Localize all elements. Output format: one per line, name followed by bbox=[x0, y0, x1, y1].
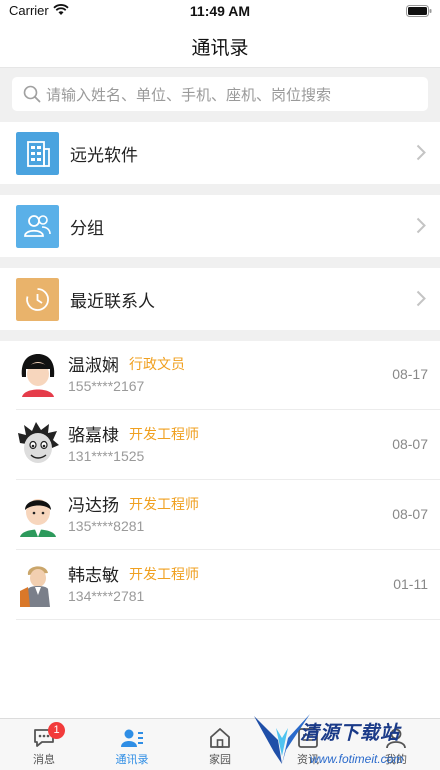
home-icon bbox=[210, 728, 230, 748]
contact-date: 08-17 bbox=[392, 366, 428, 382]
entry-company[interactable]: 远光软件 bbox=[0, 122, 440, 184]
navigation-bar: 通讯录 bbox=[0, 22, 440, 68]
contact-row[interactable]: 温淑娴 行政文员 155****2167 08-17 bbox=[0, 341, 440, 410]
contacts-icon bbox=[121, 729, 143, 747]
status-bar: Carrier 11:49 AM bbox=[0, 0, 440, 22]
search-input[interactable]: 请输入姓名、单位、手机、座机、岗位搜索 bbox=[12, 77, 428, 111]
avatar bbox=[20, 566, 50, 607]
row-divider bbox=[16, 549, 440, 550]
contact-row[interactable]: 骆嘉棣 开发工程师 131****1525 08-07 bbox=[0, 411, 440, 480]
contact-date: 01-11 bbox=[393, 576, 428, 592]
chevron-right-icon bbox=[416, 217, 426, 234]
row-divider bbox=[16, 479, 440, 480]
avatar bbox=[21, 354, 55, 397]
contact-name: 温淑娴 bbox=[68, 356, 119, 376]
watermark-url: www.fotimeit.com bbox=[310, 752, 404, 766]
building-icon bbox=[16, 132, 59, 175]
watermark: 清源下载站 www.fotimeit.com bbox=[252, 708, 440, 770]
tab-contacts[interactable]: 通讯录 bbox=[88, 719, 176, 770]
search-area: 请输入姓名、单位、手机、座机、岗位搜索 bbox=[0, 68, 440, 122]
avatar bbox=[18, 422, 59, 463]
contact-phone: 131****1525 bbox=[68, 448, 145, 464]
contact-name: 冯达扬 bbox=[68, 496, 119, 516]
contact-row[interactable]: 韩志敏 开发工程师 134****2781 01-11 bbox=[0, 551, 440, 620]
row-divider bbox=[16, 409, 440, 410]
chevron-right-icon bbox=[416, 290, 426, 307]
entry-label: 远光软件 bbox=[70, 146, 138, 166]
page-title: 通讯录 bbox=[191, 37, 249, 59]
entry-label: 分组 bbox=[70, 219, 104, 239]
tab-label: 消息 bbox=[33, 753, 55, 766]
contact-phone: 155****2167 bbox=[68, 378, 145, 394]
watermark-text: 清源下载站 bbox=[300, 722, 401, 744]
contact-name: 韩志敏 bbox=[68, 566, 119, 586]
contact-title: 开发工程师 bbox=[129, 497, 199, 513]
battery-icon bbox=[406, 5, 432, 17]
search-icon bbox=[23, 85, 41, 103]
contact-title: 行政文员 bbox=[129, 357, 185, 373]
chevron-right-icon bbox=[416, 144, 426, 161]
group-icon bbox=[16, 205, 59, 248]
tab-label: 通讯录 bbox=[115, 753, 149, 766]
row-divider bbox=[16, 619, 440, 620]
contact-row[interactable]: 冯达扬 开发工程师 135****8281 08-07 bbox=[0, 481, 440, 550]
contact-title: 开发工程师 bbox=[129, 567, 199, 583]
section-divider bbox=[0, 257, 440, 268]
tab-label: 家园 bbox=[209, 753, 231, 766]
entry-recent-contacts[interactable]: 最近联系人 bbox=[0, 268, 440, 330]
entry-group[interactable]: 分组 bbox=[0, 195, 440, 257]
search-placeholder: 请输入姓名、单位、手机、座机、岗位搜索 bbox=[46, 86, 332, 104]
tab-home[interactable]: 家园 bbox=[176, 719, 264, 770]
contact-phone: 134****2781 bbox=[68, 588, 145, 604]
section-divider bbox=[0, 330, 440, 341]
contact-title: 开发工程师 bbox=[129, 427, 199, 443]
status-time: 11:49 AM bbox=[189, 3, 251, 19]
avatar bbox=[20, 499, 56, 537]
contact-phone: 135****8281 bbox=[68, 518, 145, 534]
unread-badge: 1 bbox=[48, 722, 65, 739]
section-divider bbox=[0, 184, 440, 195]
entry-label: 最近联系人 bbox=[70, 292, 155, 312]
contact-date: 08-07 bbox=[392, 436, 428, 452]
contact-date: 08-07 bbox=[392, 506, 428, 522]
clock-icon bbox=[16, 278, 59, 321]
contact-name: 骆嘉棣 bbox=[68, 426, 119, 446]
tab-messages[interactable]: 1 消息 bbox=[0, 719, 88, 770]
